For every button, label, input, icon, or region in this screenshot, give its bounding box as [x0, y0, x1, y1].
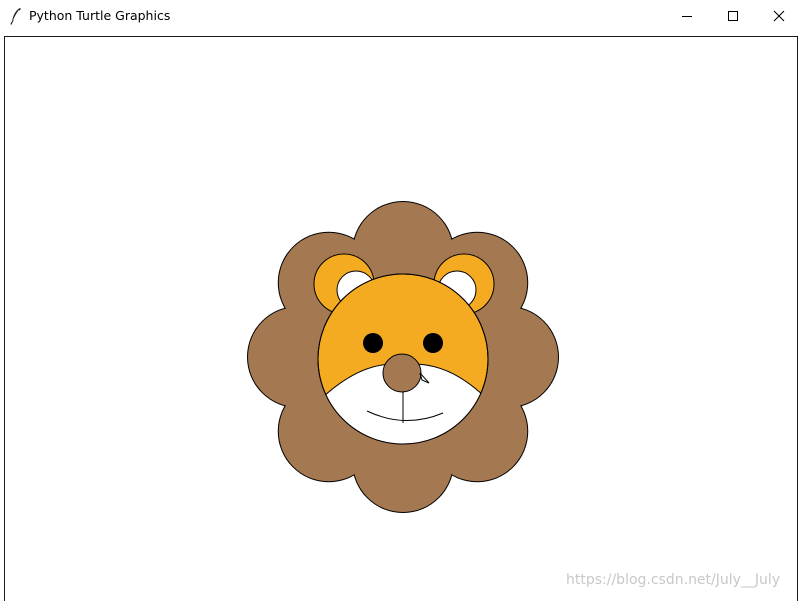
minimize-icon [682, 16, 692, 17]
turtle-canvas[interactable] [4, 36, 798, 601]
maximize-button[interactable] [710, 0, 756, 32]
close-button[interactable] [756, 0, 802, 32]
lion-left-eye [363, 333, 383, 353]
close-icon [773, 10, 785, 22]
lion-drawing [247, 201, 559, 513]
lion-right-eye [423, 333, 443, 353]
feather-icon [10, 8, 21, 25]
title-bar[interactable]: Python Turtle Graphics [0, 0, 802, 32]
lion-nose [382, 353, 422, 393]
turtle-window: Python Turtle Graphics https://blog.csdn… [0, 0, 802, 601]
watermark: https://blog.csdn.net/July__July [566, 572, 781, 588]
window-title: Python Turtle Graphics [29, 8, 171, 23]
minimize-button[interactable] [664, 0, 710, 32]
maximize-icon [728, 11, 738, 21]
